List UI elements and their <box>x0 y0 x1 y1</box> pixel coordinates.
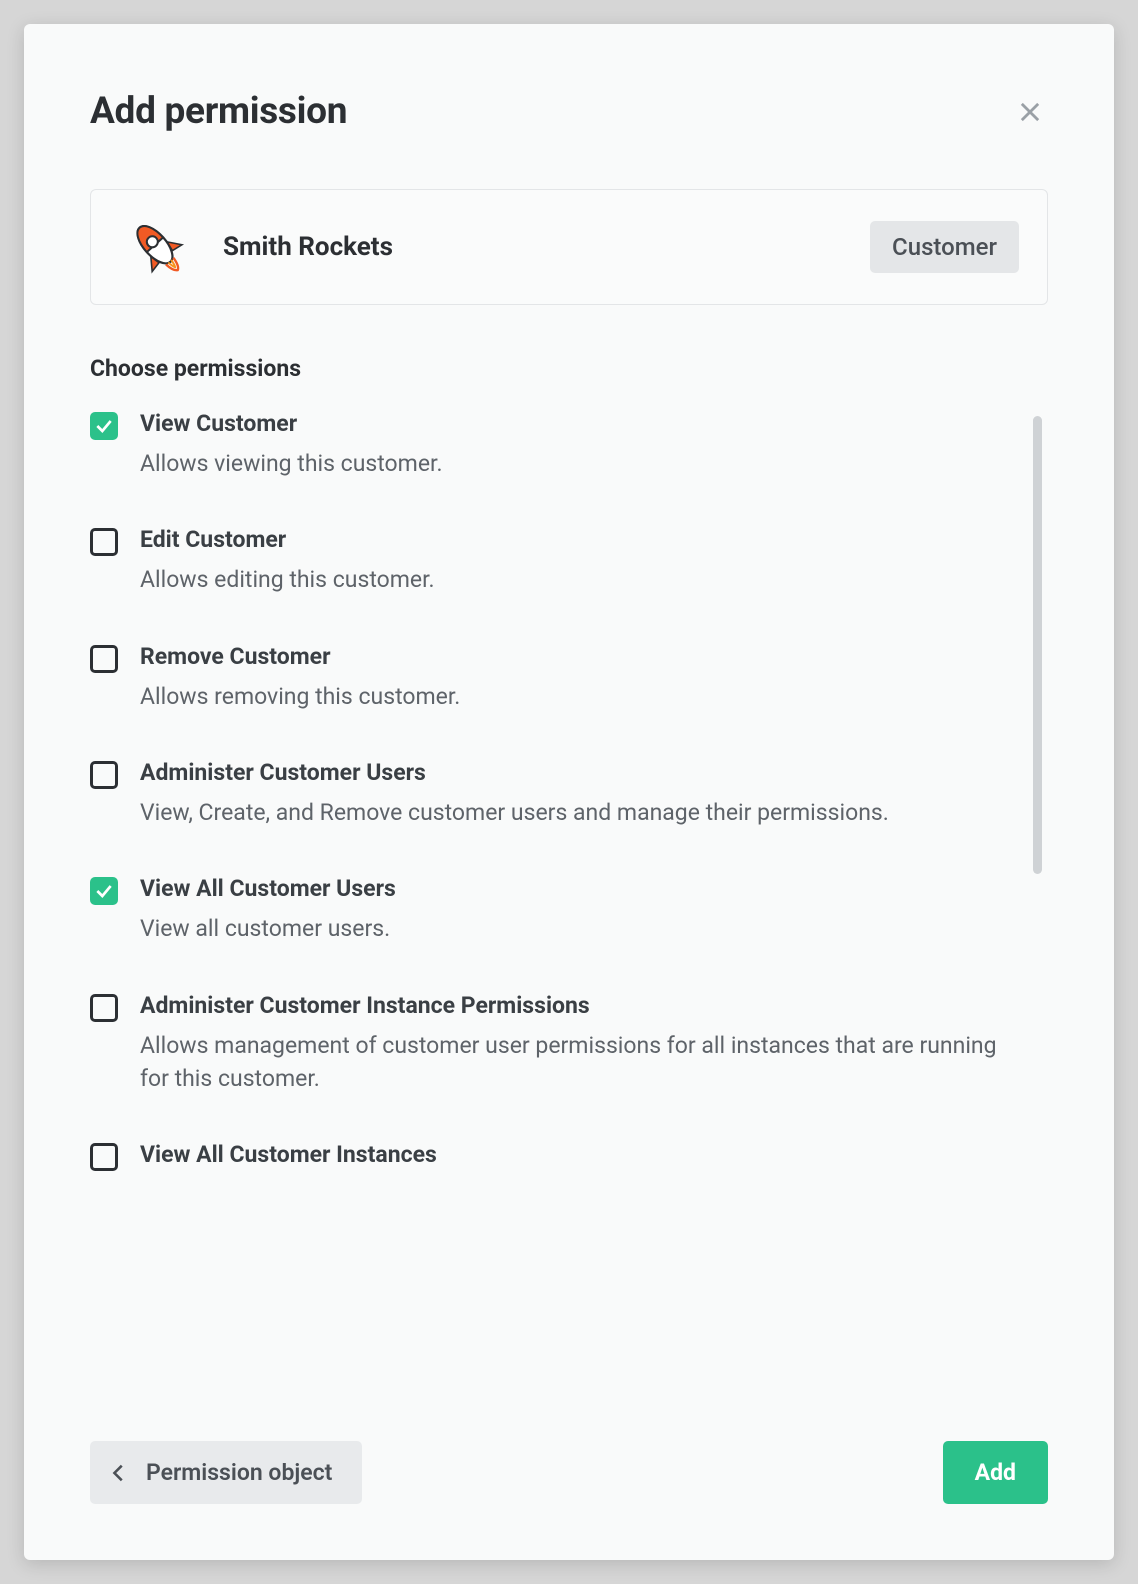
scrollbar[interactable] <box>1033 416 1042 874</box>
back-button[interactable]: Permission object <box>90 1441 362 1504</box>
subject-left: Smith Rockets <box>119 216 393 278</box>
permission-text: Administer Customer Users View, Create, a… <box>140 759 1012 829</box>
permission-description: View, Create, and Remove customer users … <box>140 796 1012 829</box>
permission-text: View Customer Allows viewing this custome… <box>140 410 1012 480</box>
permission-checkbox[interactable] <box>90 761 118 789</box>
permission-item: View All Customer Instances <box>90 1141 1012 1178</box>
permission-item: Administer Customer Users View, Create, a… <box>90 759 1012 829</box>
permission-title: View Customer <box>140 410 1012 437</box>
rocket-icon <box>119 216 195 278</box>
permission-title: Edit Customer <box>140 526 1012 553</box>
permission-checkbox[interactable] <box>90 994 118 1022</box>
permission-checkbox[interactable] <box>90 645 118 673</box>
permission-checkbox[interactable] <box>90 1143 118 1171</box>
permissions-area: View Customer Allows viewing this custome… <box>90 410 1048 1397</box>
permission-description: View all customer users. <box>140 912 1012 945</box>
dialog-header: Add permission <box>90 90 1048 133</box>
permission-text: Edit Customer Allows editing this custome… <box>140 526 1012 596</box>
check-icon <box>94 416 114 436</box>
back-button-label: Permission object <box>146 1459 332 1486</box>
permission-text: View All Customer Instances <box>140 1141 1012 1178</box>
permission-title: Administer Customer Users <box>140 759 1012 786</box>
permission-item: Edit Customer Allows editing this custome… <box>90 526 1012 596</box>
permission-title: View All Customer Users <box>140 875 1012 902</box>
permission-text: Remove Customer Allows removing this cust… <box>140 643 1012 713</box>
permission-title: Remove Customer <box>140 643 1012 670</box>
permission-item: View Customer Allows viewing this custome… <box>90 410 1012 480</box>
permission-text: View All Customer Users View all customer… <box>140 875 1012 945</box>
permissions-list: View Customer Allows viewing this custome… <box>90 410 1048 1397</box>
dialog-footer: Permission object Add <box>90 1397 1048 1504</box>
close-button[interactable] <box>1012 94 1048 130</box>
permission-item: Remove Customer Allows removing this cust… <box>90 643 1012 713</box>
permission-title: View All Customer Instances <box>140 1141 1012 1168</box>
add-permission-dialog: Add permission Smith Rockets Cu <box>24 24 1114 1560</box>
permission-text: Administer Customer Instance Permissions… <box>140 992 1012 1096</box>
section-label: Choose permissions <box>90 355 1048 382</box>
permission-checkbox[interactable] <box>90 877 118 905</box>
subject-type-badge: Customer <box>870 221 1019 273</box>
check-icon <box>94 881 114 901</box>
chevron-left-icon <box>108 1462 130 1484</box>
permission-item: View All Customer Users View all customer… <box>90 875 1012 945</box>
dialog-title: Add permission <box>90 90 347 133</box>
permission-description: Allows management of customer user permi… <box>140 1029 1012 1096</box>
close-icon <box>1016 98 1044 126</box>
permission-description: Allows editing this customer. <box>140 563 1012 596</box>
permission-description: Allows removing this customer. <box>140 680 1012 713</box>
permission-description: Allows viewing this customer. <box>140 447 1012 480</box>
subject-name: Smith Rockets <box>223 232 393 262</box>
subject-card: Smith Rockets Customer <box>90 189 1048 305</box>
permission-title: Administer Customer Instance Permissions <box>140 992 1012 1019</box>
permission-checkbox[interactable] <box>90 412 118 440</box>
permission-item: Administer Customer Instance Permissions… <box>90 992 1012 1096</box>
add-button[interactable]: Add <box>943 1441 1048 1504</box>
permission-checkbox[interactable] <box>90 528 118 556</box>
